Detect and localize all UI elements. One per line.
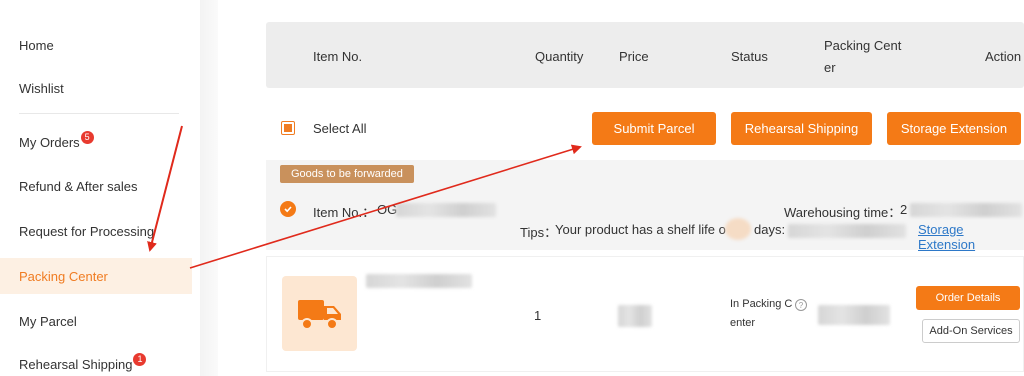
sidebar-item-label: Home bbox=[19, 37, 54, 53]
item-status: In Packing C bbox=[730, 298, 793, 310]
sidebar-item-label: My Parcel bbox=[19, 313, 77, 329]
column-header-status: Status bbox=[731, 49, 768, 64]
rehearsal-shipping-button[interactable]: Rehearsal Shipping bbox=[731, 112, 872, 145]
item-status-wrap: enter bbox=[730, 317, 756, 329]
column-header-item-no: Item No. bbox=[313, 49, 363, 64]
sidebar-item-wishlist[interactable]: Wishlist bbox=[0, 70, 192, 106]
order-details-button[interactable]: Order Details bbox=[916, 286, 1020, 310]
item-no-blurred bbox=[396, 203, 496, 217]
sidebar-item-label: Rehearsal Shipping bbox=[19, 356, 133, 372]
sidebar-item-label: Wishlist bbox=[19, 80, 64, 96]
tips-label: Tips： bbox=[520, 225, 558, 240]
sidebar-item-home[interactable]: Home bbox=[0, 27, 192, 63]
submit-parcel-button[interactable]: Submit Parcel bbox=[592, 112, 716, 145]
packing-center-blurred bbox=[818, 305, 890, 325]
item-quantity: 1 bbox=[534, 308, 542, 323]
sidebar-item-my-parcel[interactable]: My Parcel bbox=[0, 303, 192, 339]
select-all-label: Select All bbox=[313, 121, 367, 136]
sidebar-item-label: Request for Processing bbox=[19, 223, 155, 239]
warehousing-time-label: Warehousing time： bbox=[784, 205, 902, 220]
sidebar-item-packing-center[interactable]: Packing Center bbox=[0, 258, 192, 294]
sidebar-item-label: Refund & After sales bbox=[19, 178, 138, 194]
column-header-packing-center-wrap: er bbox=[824, 60, 836, 75]
truck-icon bbox=[297, 299, 341, 330]
item-no-label: Item No.： bbox=[313, 205, 376, 220]
goods-forwarded-tag: Goods to be forwarded bbox=[280, 165, 414, 183]
column-header-action: Action bbox=[985, 49, 1022, 64]
sidebar: Home Wishlist My Orders 5 Refund & After… bbox=[0, 0, 200, 376]
rehearsal-count-badge: 1 bbox=[133, 352, 147, 366]
tips-blurred-value bbox=[788, 224, 906, 238]
select-all-checkbox[interactable] bbox=[281, 121, 295, 135]
column-header-price: Price bbox=[619, 49, 649, 64]
warehousing-time-blurred bbox=[910, 203, 1022, 217]
storage-extension-button[interactable]: Storage Extension bbox=[887, 112, 1021, 145]
product-thumbnail bbox=[282, 276, 357, 351]
storage-extension-link[interactable]: Storage Extension bbox=[918, 222, 1024, 252]
group-check-icon[interactable] bbox=[280, 201, 296, 217]
add-on-services-button[interactable]: Add-On Services bbox=[922, 319, 1020, 343]
help-icon[interactable]: ? bbox=[795, 299, 807, 311]
orders-count-badge: 5 bbox=[80, 130, 94, 144]
item-price-blurred bbox=[618, 305, 652, 327]
sidebar-separator bbox=[200, 0, 218, 376]
warehousing-time-prefix: 2 bbox=[900, 202, 908, 217]
sidebar-item-rehearsal-shipping[interactable]: Rehearsal Shipping 1 bbox=[0, 346, 192, 376]
sidebar-item-request-processing[interactable]: Request for Processing bbox=[0, 213, 192, 249]
sidebar-item-label: Packing Center bbox=[19, 268, 108, 284]
tips-blurred-dot bbox=[725, 218, 751, 240]
tips-text-days: days: bbox=[754, 222, 786, 237]
column-header-packing-center: Packing Cent bbox=[824, 38, 902, 53]
item-no-prefix: OG bbox=[377, 202, 398, 217]
sidebar-item-refund[interactable]: Refund & After sales bbox=[0, 168, 192, 204]
product-name-blurred bbox=[366, 274, 472, 288]
tips-text: Your product has a shelf life o bbox=[555, 222, 726, 237]
sidebar-item-my-orders[interactable]: My Orders 5 bbox=[0, 124, 192, 160]
column-header-quantity: Quantity bbox=[535, 49, 584, 64]
sidebar-divider bbox=[19, 113, 179, 114]
sidebar-item-label: My Orders bbox=[19, 134, 80, 150]
